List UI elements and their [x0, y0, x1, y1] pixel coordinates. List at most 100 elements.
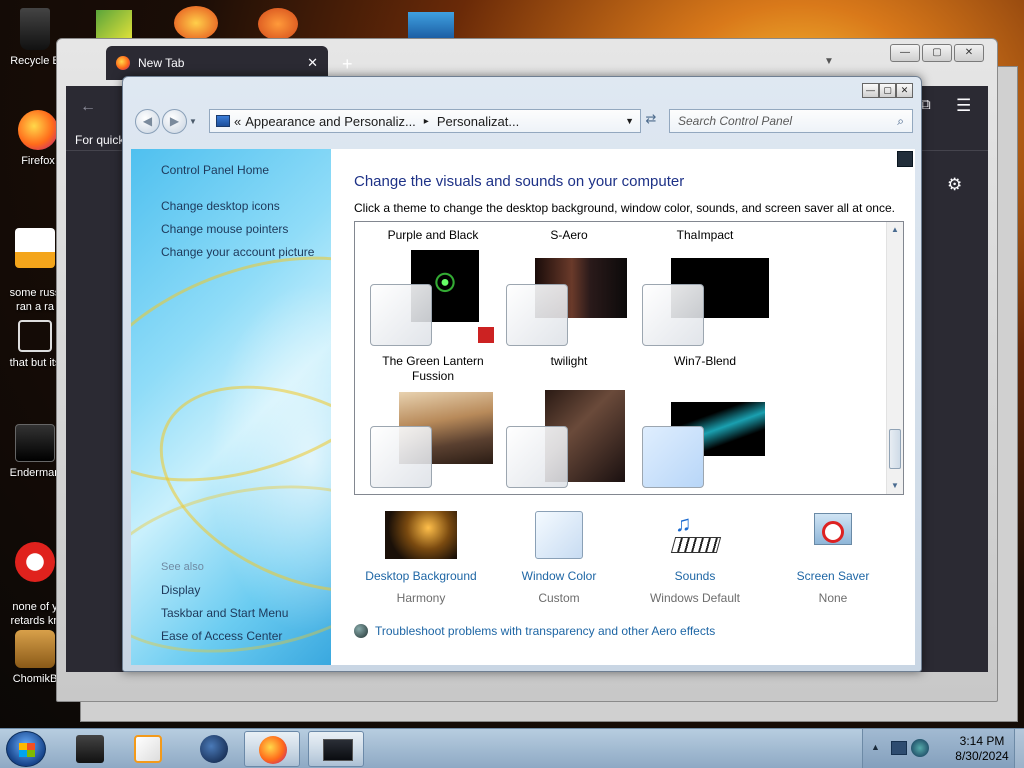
change-mouse-pointers-link[interactable]: Change mouse pointers — [161, 222, 288, 236]
sounds-icon: ♫ — [669, 511, 722, 559]
theme-item-venom[interactable] — [505, 390, 635, 490]
theme-label-s-aero[interactable]: S-Aero — [504, 228, 634, 242]
globe-icon — [200, 735, 228, 763]
clock-time: 3:14 PM — [959, 734, 1005, 748]
file-icon — [15, 228, 55, 268]
scroll-up-icon[interactable]: ▲ — [887, 222, 903, 238]
show-hidden-icons-icon[interactable]: ▲ — [871, 742, 880, 752]
theme-label-twilight[interactable]: twilight — [504, 354, 634, 368]
cp-maximize-button[interactable]: ▢ — [879, 83, 896, 98]
theme-label-purple-and-black[interactable]: Purple and Black — [368, 228, 498, 242]
breadcrumb-separator[interactable]: ▸ — [424, 116, 429, 127]
search-icon[interactable]: ⌕ — [897, 114, 904, 129]
breadcrumb-chevron[interactable]: « — [234, 114, 241, 129]
change-desktop-icons-link[interactable]: Change desktop icons — [161, 199, 280, 213]
main-content: Change the visuals and sounds on your co… — [331, 149, 915, 665]
screen-saver-icon — [810, 511, 856, 559]
start-button[interactable] — [6, 731, 46, 767]
taskbar-app-control-panel[interactable] — [308, 731, 364, 767]
theme-label-green-lantern[interactable]: The Green Lantern Fussion — [368, 354, 498, 384]
troubleshoot-text: Troubleshoot problems with transparency … — [375, 624, 716, 638]
address-dropdown-icon[interactable]: ▼ — [625, 116, 634, 126]
setting-name: Desktop Background — [365, 569, 477, 583]
cp-window-buttons: — ▢ ✕ — [862, 83, 913, 98]
media-player-icon — [134, 735, 162, 763]
desktop-icon-top-1[interactable] — [96, 10, 132, 40]
back-button[interactable]: ◀ — [135, 108, 160, 134]
desktop-icon-label: that but its — [9, 357, 61, 369]
chevron-down-icon[interactable]: ▼ — [824, 56, 834, 67]
firefox-icon — [259, 736, 287, 764]
troubleshoot-icon — [354, 624, 368, 638]
system-tray: ▲ 3:14 PM 8/30/2024 — [862, 729, 1024, 768]
firefox-window-buttons: — ▢ ✕ — [890, 44, 984, 62]
breadcrumb-personalization[interactable]: Personalizat... — [437, 114, 519, 129]
navigation-buttons: ◀ ▶ ▼ — [135, 107, 199, 135]
theme-label-win7-blend[interactable]: Win7-Blend — [640, 354, 770, 368]
theme-list-scrollbar[interactable]: ▲ ▼ — [886, 222, 903, 494]
display-link[interactable]: Display — [161, 583, 200, 597]
app-icon — [15, 424, 55, 462]
theme-badge-icon — [477, 326, 495, 344]
firefox-close-button[interactable]: ✕ — [954, 44, 984, 62]
tab-close-icon[interactable]: ✕ — [307, 55, 318, 71]
cp-minimize-button[interactable]: — — [862, 83, 879, 98]
window-color-swatch — [642, 284, 704, 346]
ease-of-access-link[interactable]: Ease of Access Center — [161, 629, 282, 643]
taskbar-app-1[interactable] — [62, 731, 118, 767]
taskbar-app-firefox[interactable] — [244, 731, 300, 767]
scroll-thumb[interactable] — [889, 429, 901, 469]
window-color-swatch — [370, 284, 432, 346]
gear-icon[interactable]: ⚙ — [947, 175, 962, 195]
setting-value: Windows Default — [649, 591, 741, 605]
search-input[interactable]: Search Control Panel ⌕ — [669, 109, 913, 133]
tab-title: New Tab — [138, 56, 185, 70]
taskbar-app-globe[interactable] — [186, 731, 242, 767]
volume-icon[interactable] — [911, 739, 929, 757]
desktop-icon-top-3[interactable] — [258, 8, 298, 40]
setting-name: Sounds — [674, 569, 716, 583]
scroll-down-icon[interactable]: ▼ — [887, 478, 903, 494]
theme-item-win7-blend[interactable] — [641, 250, 771, 350]
firefox-maximize-button[interactable]: ▢ — [922, 44, 952, 62]
recent-pages-icon[interactable]: ▼ — [189, 117, 197, 126]
window-color-icon — [535, 511, 583, 559]
window-color-setting[interactable]: Window Color Custom — [491, 511, 627, 605]
forward-button[interactable]: ▶ — [162, 108, 187, 134]
desktop-background-setting[interactable]: Desktop Background Harmony — [353, 511, 489, 605]
breadcrumb-appearance[interactable]: Appearance and Personaliz... — [245, 114, 416, 129]
clock[interactable]: 3:14 PM 8/30/2024 — [943, 734, 1021, 764]
taskbar-start-menu-link[interactable]: Taskbar and Start Menu — [161, 606, 288, 620]
theme-item-train[interactable] — [369, 390, 499, 490]
show-desktop-button[interactable] — [1014, 729, 1024, 768]
back-button[interactable]: ← — [80, 98, 96, 116]
network-icon[interactable] — [891, 741, 907, 755]
desktop-background-icon — [385, 511, 457, 559]
new-tab-button[interactable]: + — [342, 54, 353, 75]
troubleshoot-link[interactable]: Troubleshoot problems with transparency … — [354, 624, 715, 638]
sounds-setting[interactable]: ♫ Sounds Windows Default — [627, 511, 763, 605]
control-panel-icon — [216, 115, 230, 127]
chomik-icon — [15, 630, 55, 668]
theme-item-blue-swoosh[interactable] — [641, 390, 771, 490]
desktop-icon-top-2[interactable] — [174, 6, 218, 40]
taskbar-app-media-player[interactable] — [120, 731, 176, 767]
change-account-picture-link[interactable]: Change your account picture — [161, 245, 314, 259]
firefox-minimize-button[interactable]: — — [890, 44, 920, 62]
refresh-icon[interactable]: ⇄ — [641, 111, 661, 127]
control-panel-home-link[interactable]: Control Panel Home — [161, 163, 269, 177]
theme-item-green-lantern[interactable] — [369, 250, 499, 350]
desktop-icon-top-4[interactable] — [408, 12, 454, 40]
help-icon[interactable] — [897, 151, 913, 167]
theme-label-thaimpact[interactable]: ThaImpact — [640, 228, 770, 242]
screen-saver-setting[interactable]: Screen Saver None — [765, 511, 901, 605]
desktop-icon-label: none of y retards kn — [10, 601, 60, 627]
theme-list[interactable]: Purple and Black S-Aero ThaImpact The Gr… — [354, 221, 904, 495]
window-color-swatch — [506, 426, 568, 488]
firefox-tab[interactable]: New Tab ✕ — [106, 46, 328, 80]
theme-item-twilight[interactable] — [505, 250, 635, 350]
cp-close-button[interactable]: ✕ — [896, 83, 913, 98]
address-bar[interactable]: « Appearance and Personaliz... ▸ Persona… — [209, 109, 641, 133]
window-color-swatch — [642, 426, 704, 488]
menu-icon[interactable]: ☰ — [956, 96, 971, 116]
